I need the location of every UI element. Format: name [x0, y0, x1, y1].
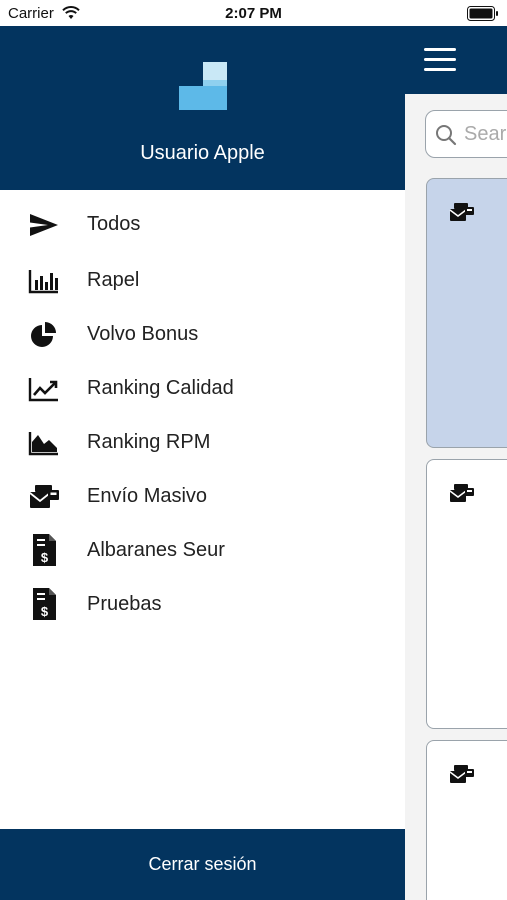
send-icon	[30, 214, 58, 236]
search-bar[interactable]	[425, 110, 507, 158]
message-card[interactable]	[426, 178, 507, 448]
trending-up-icon	[28, 378, 58, 402]
menu-item-label: Envío Masivo	[87, 485, 208, 507]
mass-mail-icon	[449, 765, 474, 783]
menu-item-rapel[interactable]: Rapel	[0, 254, 405, 308]
menu-item-label: Todos	[87, 213, 141, 235]
menu-item-label: Rapel	[87, 269, 140, 291]
user-name: Usuario Apple	[140, 142, 265, 164]
menu-item-label: Ranking Calidad	[87, 377, 234, 399]
message-card[interactable]	[426, 740, 507, 900]
menu-item-todos[interactable]: Todos	[0, 198, 405, 252]
invoice-icon: $	[33, 534, 56, 566]
menu-item-ranking-rpm[interactable]: Ranking RPM	[0, 416, 405, 470]
menu-item-volvo-bonus[interactable]: Volvo Bonus	[0, 308, 405, 362]
svg-text:$: $	[41, 604, 49, 619]
drawer-header: Usuario Apple	[0, 26, 405, 190]
menu-item-label: Ranking RPM	[87, 431, 211, 453]
logout-label: Cerrar sesión	[148, 854, 257, 874]
mass-mail-icon	[29, 485, 59, 508]
app-screen: Carrier 2:07 PM Search Usuario Apple Tod…	[0, 0, 507, 900]
menu-item-ranking-calidad[interactable]: Ranking Calidad	[0, 362, 405, 416]
bar-chart-icon	[28, 270, 58, 294]
area-chart-icon	[28, 432, 58, 456]
content-panel	[405, 94, 507, 900]
menu-item-label: Pruebas	[87, 593, 162, 615]
svg-text:$: $	[41, 550, 49, 565]
menu-item-label: Albaranes Seur	[87, 539, 225, 561]
menu-item-label: Volvo Bonus	[87, 323, 199, 345]
search-icon	[436, 125, 457, 146]
status-bar: Carrier 2:07 PM	[0, 0, 507, 26]
search-input[interactable]	[464, 121, 507, 147]
battery-icon	[467, 6, 498, 21]
status-time: 2:07 PM	[225, 5, 282, 22]
menu-item-albaranes-seur[interactable]: $ Albaranes Seur	[0, 524, 405, 578]
menu-item-envio-masivo[interactable]: Envío Masivo	[0, 470, 405, 524]
mass-mail-icon	[449, 203, 474, 221]
logout-button[interactable]: Cerrar sesión	[0, 829, 405, 900]
invoice-icon: $	[33, 588, 56, 620]
hamburger-menu-icon[interactable]	[424, 48, 456, 72]
app-logo	[179, 62, 227, 110]
menu-item-pruebas[interactable]: $ Pruebas	[0, 578, 405, 632]
mass-mail-icon	[449, 484, 474, 502]
pie-chart-icon	[31, 322, 56, 347]
navigation-drawer: Usuario Apple Todos Rapel Volvo Bonus Ra…	[0, 26, 405, 900]
message-card[interactable]	[426, 459, 507, 729]
